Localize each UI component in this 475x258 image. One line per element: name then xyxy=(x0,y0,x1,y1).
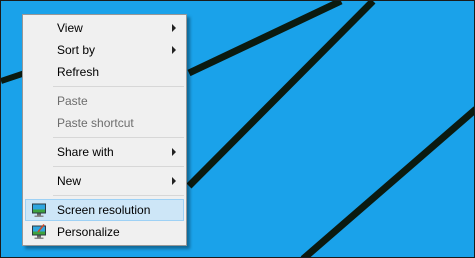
screen-resolution-icon xyxy=(32,203,46,217)
menu-separator xyxy=(53,192,184,199)
menu-item-sort-by[interactable]: Sort by xyxy=(25,39,184,61)
menu-separator xyxy=(53,83,184,90)
menu-separator xyxy=(53,134,184,141)
menu-item-label: New xyxy=(57,174,82,188)
menu-item-label: Refresh xyxy=(57,65,100,79)
submenu-arrow-icon xyxy=(172,46,176,54)
menu-item-paste[interactable]: Paste xyxy=(25,90,184,112)
menu-item-share-with[interactable]: Share with xyxy=(25,141,184,163)
desktop-background[interactable]: View Sort by Refresh Paste Paste shortcu… xyxy=(0,0,475,258)
menu-item-label: Paste shortcut xyxy=(57,116,134,130)
menu-item-personalize[interactable]: Personalize xyxy=(25,221,184,243)
menu-item-label: Screen resolution xyxy=(57,203,151,217)
submenu-arrow-icon xyxy=(172,24,176,32)
menu-item-label: Paste xyxy=(57,94,88,108)
menu-item-label: Personalize xyxy=(57,225,120,239)
menu-item-refresh[interactable]: Refresh xyxy=(25,61,184,83)
menu-separator xyxy=(53,163,184,170)
menu-item-paste-shortcut[interactable]: Paste shortcut xyxy=(25,112,184,134)
menu-item-new[interactable]: New xyxy=(25,170,184,192)
menu-item-label: Sort by xyxy=(57,43,96,57)
menu-item-label: Share with xyxy=(57,145,114,159)
submenu-arrow-icon xyxy=(172,148,176,156)
desktop-context-menu: View Sort by Refresh Paste Paste shortcu… xyxy=(22,14,187,246)
personalize-icon xyxy=(32,224,46,239)
submenu-arrow-icon xyxy=(172,177,176,185)
menu-item-view[interactable]: View xyxy=(25,17,184,39)
menu-item-label: View xyxy=(57,21,83,35)
menu-item-screen-resolution[interactable]: Screen resolution xyxy=(25,199,184,221)
